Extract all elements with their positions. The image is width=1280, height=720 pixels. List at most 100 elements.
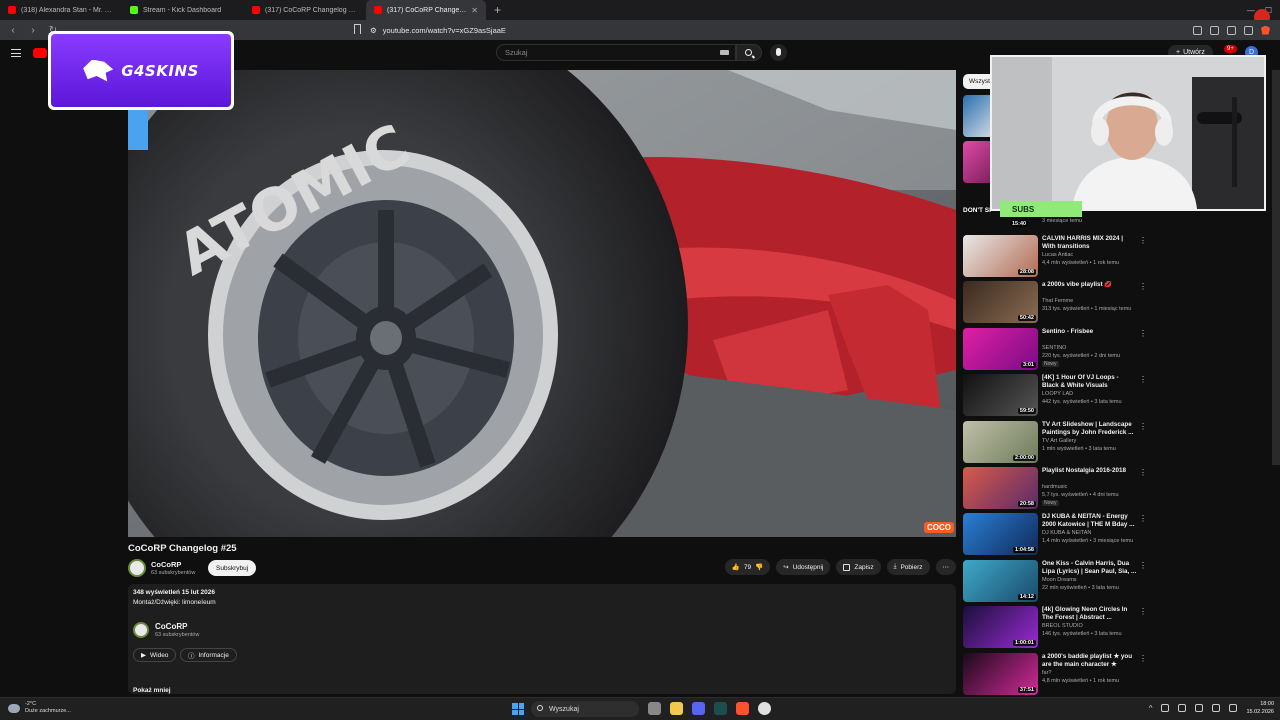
channel-name[interactable]: TV Art Gallery (1042, 438, 1076, 444)
site-info-icon[interactable]: ⚙ (370, 26, 377, 35)
video-thumbnail[interactable]: 1:00:01 (963, 606, 1038, 649)
channel-avatar[interactable] (133, 622, 149, 638)
recommended-video[interactable]: 1:04:58 DJ KUBA & NEITAN - Energy 2000 Ka… (963, 512, 1153, 558)
recommended-video[interactable]: 37:51 a 2000's baddie playlist ★ you are … (963, 652, 1153, 698)
more-vert-icon[interactable]: ⋮ (1139, 654, 1147, 663)
back-icon[interactable]: ‹ (6, 25, 20, 36)
channel-name[interactable]: DJ KUBA & NEITAN (1042, 530, 1091, 536)
more-actions-button[interactable]: ⋯ (935, 559, 956, 575)
channel-name[interactable]: That Femme (1042, 298, 1073, 304)
video-player[interactable]: ATOMIC COCO (128, 70, 956, 537)
more-vert-icon[interactable]: ⋮ (1139, 236, 1147, 245)
notification-badge[interactable]: 9+ (1224, 45, 1237, 53)
channel-name[interactable]: CoCoRP (155, 622, 187, 631)
video-title[interactable]: DJ KUBA & NEITAN - Energy 2000 Katowice … (1042, 513, 1137, 529)
thumbnail[interactable] (963, 141, 993, 183)
channel-name[interactable]: CoCoRP (151, 560, 181, 569)
video-thumbnail[interactable]: 20:58 (963, 466, 1038, 509)
close-tab-icon[interactable]: ✕ (471, 6, 478, 15)
task-view-icon[interactable] (648, 702, 661, 715)
tray-chevron-icon[interactable]: ^ (1149, 704, 1153, 713)
channel-name[interactable]: BREOL STUDIO (1042, 623, 1083, 629)
system-clock[interactable]: 18:00 15.02.2026 (1246, 700, 1274, 716)
extension-icon[interactable] (1193, 25, 1202, 35)
recommended-video[interactable]: 20:58 Playlist Nostalgia 2016-2018 hardmus… (963, 466, 1153, 512)
channel-avatar[interactable] (128, 559, 146, 577)
video-thumbnail[interactable]: 2:00:00 (963, 420, 1038, 463)
video-title[interactable]: TV Art Slideshow | Landscape Paintings b… (1042, 421, 1137, 437)
hamburger-menu-icon[interactable] (11, 49, 21, 57)
file-explorer-icon[interactable] (670, 702, 683, 715)
recommended-video[interactable]: 3:01 Sentino - Frisbee SENTINO 220 tys. wyś… (963, 327, 1153, 373)
channel-name[interactable]: SENTINO (1042, 345, 1066, 351)
video-title[interactable]: Sentino - Frisbee (1042, 328, 1137, 336)
new-tab-icon[interactable]: + (486, 3, 509, 17)
description-box[interactable]: 348 wyświetleń 15 lut 2026 Montaż/Dźwięk… (128, 584, 956, 694)
channel-name[interactable]: far? (1042, 670, 1051, 676)
save-button[interactable]: Zapisz (836, 559, 881, 575)
search-input[interactable]: Szukaj (496, 44, 736, 61)
volume-icon[interactable] (1229, 704, 1238, 712)
menu-icon[interactable] (1244, 25, 1253, 35)
video-title[interactable]: [4K] 1 Hour Of VJ Loops - Black & White … (1042, 374, 1137, 390)
weather-widget[interactable]: -2°C Duże zachmurze... (8, 701, 71, 715)
video-thumbnail[interactable]: 14:12 (963, 559, 1038, 602)
bookmark-icon[interactable] (354, 24, 361, 34)
video-title[interactable]: Playlist Nostalgia 2016-2018 (1042, 467, 1137, 475)
more-vert-icon[interactable]: ⋮ (1139, 561, 1147, 570)
windows-start-icon[interactable] (512, 703, 524, 715)
tray-app-icon[interactable] (1161, 704, 1170, 712)
channel-name[interactable]: LOOPY LAD (1042, 391, 1073, 397)
brave-shield-icon[interactable] (1261, 25, 1270, 35)
more-vert-icon[interactable]: ⋮ (1139, 282, 1147, 291)
more-vert-icon[interactable]: ⋮ (1139, 468, 1147, 477)
taskbar-search-input[interactable]: Wyszukaj (531, 701, 639, 717)
wallet-icon[interactable] (1210, 25, 1219, 35)
like-button[interactable]: 👍 79 👎 (724, 559, 771, 575)
info-button[interactable]: ⓘ Informacje (180, 648, 237, 662)
channel-name[interactable]: hardmusic (1042, 484, 1067, 490)
tray-app-icon[interactable] (1195, 704, 1204, 712)
more-vert-icon[interactable]: ⋮ (1139, 607, 1147, 616)
thumbs-down-icon[interactable]: 👎 (755, 563, 763, 571)
video-thumbnail[interactable]: 37:51 (963, 652, 1038, 695)
more-vert-icon[interactable]: ⋮ (1139, 422, 1147, 431)
browser-tab[interactable]: (317) CoCoRP Changelog #25 - YouTube (244, 0, 366, 20)
recommended-video[interactable]: 1:00:01 [4k] Glowing Neon Circles In The … (963, 605, 1153, 651)
video-thumbnail[interactable]: 28:08 (963, 235, 1038, 277)
download-button[interactable]: ⤓ Pobierz (886, 559, 930, 575)
page-scrollbar[interactable] (1272, 70, 1280, 465)
network-icon[interactable] (1212, 704, 1221, 712)
video-title[interactable]: [4k] Glowing Neon Circles In The Forest … (1042, 606, 1137, 622)
terminal-icon[interactable] (714, 702, 727, 715)
video-title[interactable]: One Kiss - Calvin Harris, Dua Lipa (Lyri… (1042, 560, 1137, 576)
youtube-logo-icon[interactable] (33, 48, 47, 58)
brave-browser-icon[interactable] (736, 702, 749, 715)
recommended-video[interactable]: 59:50 [4K] 1 Hour Of VJ Loops - Black & W… (963, 373, 1153, 419)
more-vert-icon[interactable]: ⋮ (1139, 375, 1147, 384)
thumbnail[interactable] (963, 95, 993, 137)
browser-tab-active[interactable]: (317) CoCoRP Changelog #25 - YouTube ✕ (366, 0, 486, 20)
share-button[interactable]: ↪ Udostępnij (776, 559, 831, 575)
subscribe-button[interactable]: Subskrybuj (208, 560, 257, 576)
discord-icon[interactable] (692, 702, 705, 715)
search-button[interactable] (736, 44, 762, 61)
browser-tab[interactable]: Stream - Kick Dashboard (122, 0, 244, 20)
recommended-video[interactable]: 14:12 One Kiss - Calvin Harris, Dua Lipa … (963, 559, 1153, 605)
video-title[interactable]: a 2000s vibe playlist 💋 (1042, 281, 1137, 289)
recommended-video[interactable]: 2:00:00 TV Art Slideshow | Landscape Pain… (963, 420, 1153, 466)
channel-name[interactable]: Moon Dreams (1042, 577, 1077, 583)
video-thumbnail[interactable]: 3:01 (963, 327, 1038, 370)
video-thumbnail[interactable]: 50:42 (963, 281, 1038, 324)
videos-button[interactable]: ▶ Wideo (133, 648, 177, 662)
keyboard-icon[interactable] (720, 50, 729, 55)
video-title[interactable]: CALVIN HARRIS MIX 2024 | With transition… (1042, 235, 1137, 251)
video-thumbnail[interactable]: 59:50 (963, 374, 1038, 417)
video-thumbnail[interactable]: 1:04:58 (963, 513, 1038, 556)
sidebar-icon[interactable] (1227, 25, 1236, 35)
voice-search-button[interactable] (770, 44, 787, 61)
recommended-video[interactable]: 28:08 CALVIN HARRIS MIX 2024 | With trans… (963, 234, 1153, 280)
recommended-video[interactable]: 50:42 a 2000s vibe playlist 💋 That Femme 31… (963, 280, 1153, 326)
forward-icon[interactable]: › (26, 25, 40, 36)
browser-tab[interactable]: (318) Alexandra Stan - Mr. Saxobeat (0, 0, 122, 20)
